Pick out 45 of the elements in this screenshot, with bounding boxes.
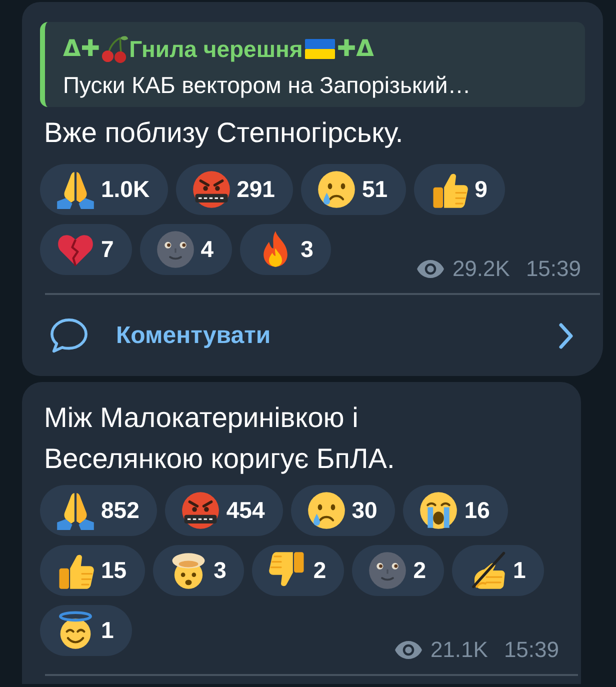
reaction-button[interactable]: 7 xyxy=(40,224,132,275)
chevron-right-icon xyxy=(558,322,574,350)
reaction-button[interactable]: 1.0K xyxy=(40,164,168,215)
moon-face-icon xyxy=(368,551,408,590)
reaction-button[interactable]: 852 xyxy=(40,485,158,536)
crying-face-icon xyxy=(306,491,346,530)
view-count: 29.2K xyxy=(452,258,510,280)
sender-name: Гнила черешня xyxy=(129,38,303,60)
sender-symbols: Δ✚ xyxy=(63,38,100,60)
halo-face-icon xyxy=(56,611,95,650)
reaction-button[interactable]: 2 xyxy=(352,545,444,596)
reaction-button[interactable]: 291 xyxy=(176,164,293,215)
reaction-button[interactable]: 30 xyxy=(290,485,396,536)
reaction-button[interactable]: 1 xyxy=(452,545,544,596)
sobbing-face-icon xyxy=(419,491,458,530)
reaction-button[interactable]: 9 xyxy=(414,164,506,215)
message-text: Між Малокатеринівкою і Веселянкою коригує БпЛА. xyxy=(44,401,396,476)
comments-button[interactable]: Коментувати xyxy=(22,295,603,376)
message-text: Вже поблизу Степногірську. xyxy=(44,116,404,150)
cherries-icon xyxy=(101,36,128,62)
flag-icon xyxy=(304,39,335,59)
speech-bubble-icon xyxy=(50,318,88,354)
crying-face-icon xyxy=(316,170,356,209)
reaction-button[interactable]: 15 xyxy=(40,545,145,596)
prayer-hands-icon xyxy=(56,491,95,530)
view-count: 21.1K xyxy=(430,639,488,661)
eye-icon xyxy=(395,641,422,659)
prayer-hands-icon xyxy=(56,170,95,209)
message-time: 15:39 xyxy=(526,258,581,280)
reaction-button[interactable]: 454 xyxy=(165,485,283,536)
reaction-button[interactable]: 16 xyxy=(403,485,508,536)
reaction-button[interactable]: 3 xyxy=(152,545,244,596)
sender-symbols: ✚Δ xyxy=(336,38,374,60)
reaction-button[interactable]: 1 xyxy=(40,605,132,656)
moon-face-icon xyxy=(156,230,195,269)
quoted-message-text: Пуски КАБ вектором на Запорізький… xyxy=(63,71,472,100)
message-time: 15:39 xyxy=(504,639,559,661)
cursing-face-icon xyxy=(192,170,231,209)
cursing-face-icon xyxy=(181,491,220,530)
reply-quote[interactable]: Δ✚ Гнила черешня ✚Δ Пуски КАБ вектором на Запорізький… xyxy=(40,22,585,107)
reaction-button[interactable]: 2 xyxy=(252,545,344,596)
reaction-button[interactable]: 3 xyxy=(240,224,332,275)
reaction-button[interactable]: 4 xyxy=(140,224,232,275)
reaction-button[interactable]: 51 xyxy=(300,164,406,215)
eye-icon xyxy=(417,260,444,278)
